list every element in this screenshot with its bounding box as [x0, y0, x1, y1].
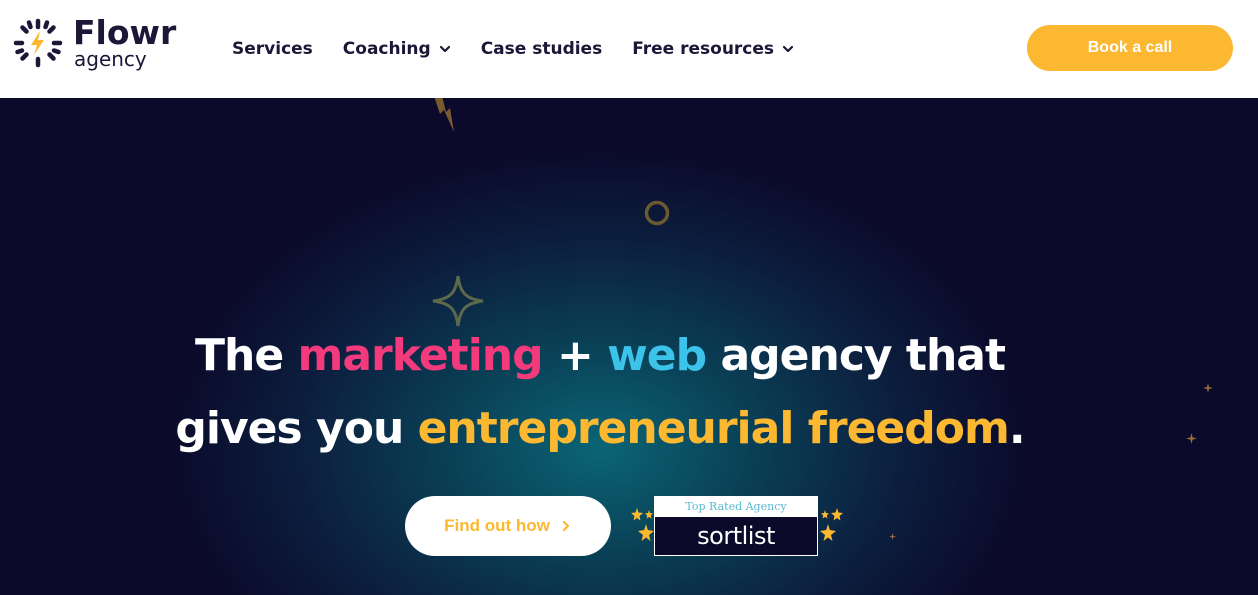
star-icon	[631, 508, 654, 541]
nav-item-label: Case studies	[480, 39, 603, 59]
sparkle-icon	[889, 533, 896, 540]
site-header: Flowr agency Services Coaching Case stud…	[0, 0, 1258, 98]
headline-text: agency that	[720, 330, 1006, 381]
headline-plus: +	[556, 330, 594, 381]
logo-subtitle: agency	[74, 47, 147, 71]
headline-text: gives you	[175, 403, 404, 454]
main-nav: Services Coaching Case studies Free reso…	[232, 36, 794, 62]
headline-marketing: marketing	[297, 330, 544, 381]
nav-item-label: Services	[232, 39, 313, 59]
nav-item-label: Coaching	[342, 39, 431, 59]
book-a-call-button[interactable]: Book a call	[1027, 25, 1233, 71]
find-out-how-button[interactable]: Find out how	[405, 496, 611, 556]
logo[interactable]: Flowr agency	[12, 13, 182, 73]
nav-item-free-resources[interactable]: Free resources	[632, 39, 794, 59]
sortlist-badge[interactable]: Top Rated Agency sortlist	[630, 496, 844, 558]
sparkle-icon	[1203, 383, 1213, 393]
headline-period: .	[1008, 403, 1026, 454]
hero-headline-line-1: The marketing + web agency that	[0, 330, 1200, 382]
sunburst-logo-icon	[13, 18, 63, 68]
headline-text: The	[194, 330, 284, 381]
circle-icon	[644, 200, 670, 226]
headline-web: web	[607, 330, 707, 381]
headline-highlight: entrepreneurial freedom	[417, 403, 1010, 454]
hero-section: The marketing + web agency that gives yo…	[0, 98, 1258, 595]
badge-box: Top Rated Agency sortlist	[654, 496, 818, 556]
nav-item-services[interactable]: Services	[232, 39, 313, 59]
nav-item-label: Free resources	[632, 39, 775, 59]
chevron-down-icon	[439, 45, 450, 53]
chevron-right-icon	[562, 520, 569, 532]
sparkle-icon	[432, 275, 484, 327]
star-icon	[820, 508, 843, 541]
badge-brand: sortlist	[655, 517, 817, 555]
chevron-down-icon	[782, 45, 794, 53]
nav-item-coaching[interactable]: Coaching	[343, 39, 451, 59]
hero-headline-line-2: gives you entrepreneurial freedom.	[0, 403, 1200, 455]
badge-caption: Top Rated Agency	[655, 497, 817, 517]
cta-label: Find out how	[444, 516, 550, 535]
lightning-icon	[434, 98, 454, 132]
nav-item-case-studies[interactable]: Case studies	[481, 39, 603, 59]
